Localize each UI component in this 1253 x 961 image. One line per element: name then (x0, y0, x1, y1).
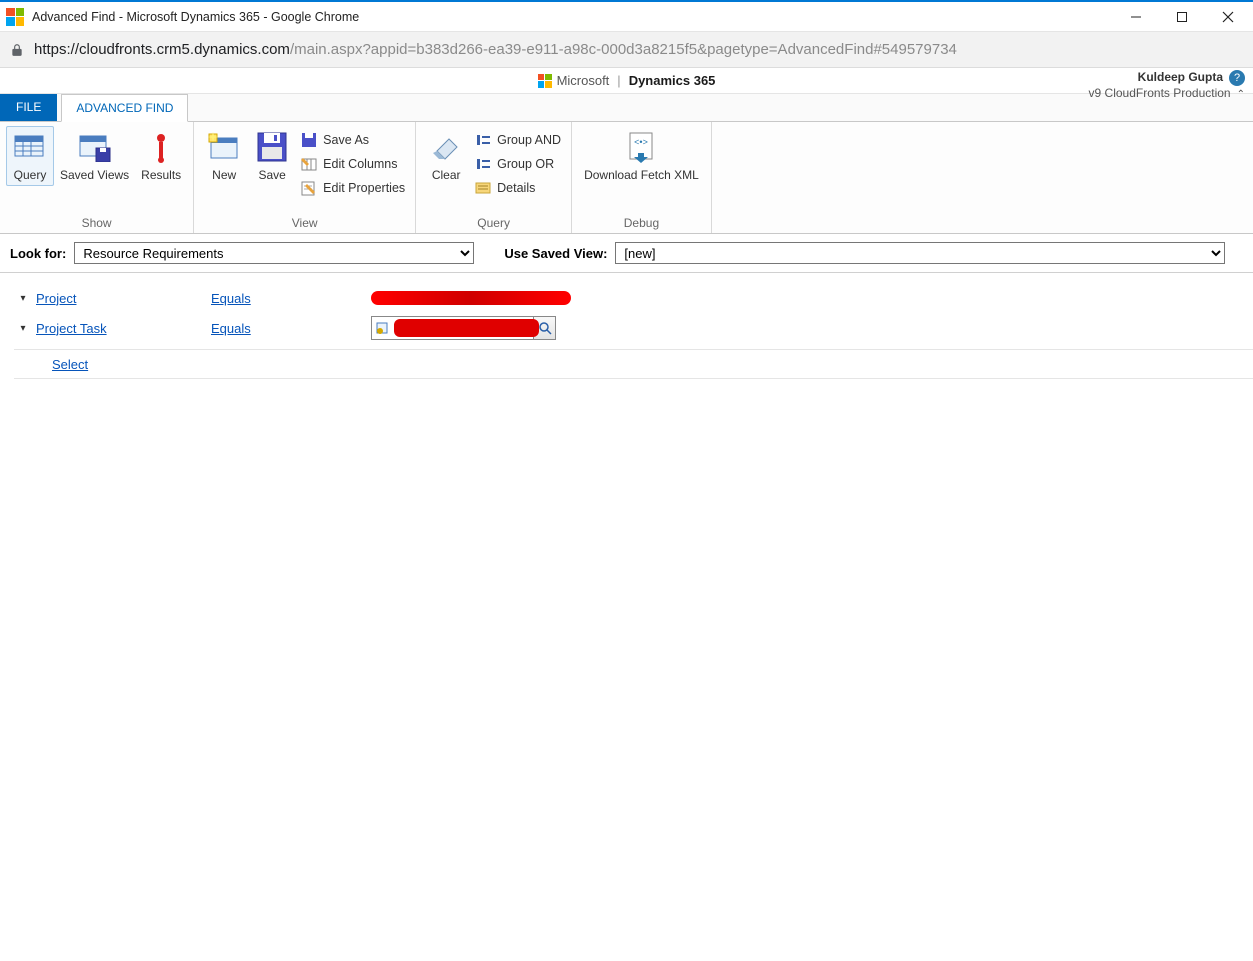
query-grid-icon (13, 130, 47, 164)
header-product-label: Dynamics 365 (629, 73, 716, 88)
ribbon-query-button[interactable]: Query (6, 126, 54, 186)
ribbon: Query Saved Views Results Show (0, 122, 1253, 234)
ribbon-query-label: Query (14, 168, 47, 182)
ribbon-clear-label: Clear (432, 168, 461, 182)
saved-view-label: Use Saved View: (504, 246, 607, 261)
window-close-button[interactable] (1205, 3, 1251, 31)
lookup-value-input[interactable] (371, 316, 556, 340)
ribbon-group-or-button[interactable]: Group OR (470, 152, 565, 176)
group-and-icon (474, 131, 492, 149)
ribbon-details-label: Details (497, 181, 535, 195)
query-row: ▾ Project Task Equals (14, 313, 1253, 343)
ribbon-edit-properties-button[interactable]: Edit Properties (296, 176, 409, 200)
group-or-icon (474, 155, 492, 173)
ribbon-group-view: New Save Save As Edit Columns (194, 122, 416, 233)
tab-advanced-find[interactable]: ADVANCED FIND (61, 94, 188, 122)
query-row: ▾ Project Equals (14, 283, 1253, 313)
operator-link-equals[interactable]: Equals (211, 291, 371, 306)
ribbon-group-and-button[interactable]: Group AND (470, 128, 565, 152)
browser-address-bar[interactable]: https://cloudfronts.crm5.dynamics.com/ma… (0, 32, 1253, 68)
user-name: Kuldeep Gupta (1138, 70, 1223, 84)
header-microsoft-label: Microsoft (557, 73, 610, 88)
new-view-icon (207, 130, 241, 164)
ribbon-clear-button[interactable]: Clear (422, 126, 470, 186)
eraser-icon (429, 130, 463, 164)
ms-logo-small-icon (538, 74, 552, 88)
select-link[interactable]: Select (52, 357, 88, 372)
org-chevron-icon[interactable]: ⌃ (1237, 87, 1245, 102)
query-toolbar: Look for: Resource Requirements Use Save… (0, 234, 1253, 273)
ribbon-results-button[interactable]: Results (135, 126, 187, 186)
row-chevron-icon[interactable]: ▾ (14, 293, 32, 304)
tab-file[interactable]: FILE (0, 93, 57, 121)
save-as-icon (300, 131, 318, 149)
select-row: Select (14, 349, 1253, 379)
ribbon-save-as-label: Save As (323, 133, 369, 147)
ribbon-edit-properties-label: Edit Properties (323, 181, 405, 195)
org-name: v9 CloudFronts Production (1089, 86, 1231, 100)
url-path: /main.aspx?appid=b383d266-ea39-e911-a98c… (290, 41, 957, 58)
look-for-select[interactable]: Resource Requirements (74, 242, 474, 264)
ribbon-tabs-row: FILE ADVANCED FIND (0, 94, 1253, 122)
dynamics-header: Microsoft | Dynamics 365 Kuldeep Gupta? … (0, 68, 1253, 94)
ribbon-save-as-button[interactable]: Save As (296, 128, 409, 152)
ribbon-group-debug-label: Debug (578, 213, 705, 233)
ribbon-download-fetch-xml-button[interactable]: <•> Download Fetch XML (578, 126, 705, 186)
ribbon-group-debug: <•> Download Fetch XML Debug (572, 122, 712, 233)
help-icon[interactable]: ? (1229, 70, 1245, 86)
ribbon-group-and-label: Group AND (497, 133, 561, 147)
ribbon-download-fetch-xml-label: Download Fetch XML (584, 168, 699, 182)
edit-properties-icon (300, 179, 318, 197)
save-icon (255, 130, 289, 164)
window-maximize-button[interactable] (1159, 3, 1205, 31)
ribbon-new-label: New (212, 168, 236, 182)
value-redacted (394, 319, 539, 337)
ribbon-group-show: Query Saved Views Results Show (0, 122, 194, 233)
ribbon-group-query: Clear Group AND Group OR Details Query (416, 122, 572, 233)
saved-views-icon (78, 130, 112, 164)
url-host: https://cloudfronts.crm5.dynamics.com (34, 41, 290, 58)
ribbon-edit-columns-button[interactable]: Edit Columns (296, 152, 409, 176)
ribbon-save-label: Save (258, 168, 285, 182)
ribbon-save-button[interactable]: Save (248, 126, 296, 186)
user-info-block[interactable]: Kuldeep Gupta? v9 CloudFronts Production… (1089, 70, 1245, 102)
results-icon (144, 130, 178, 164)
window-title: Advanced Find - Microsoft Dynamics 365 -… (32, 10, 1113, 24)
field-link-project[interactable]: Project (36, 291, 211, 306)
ribbon-new-button[interactable]: New (200, 126, 248, 186)
details-icon (474, 179, 492, 197)
field-link-project-task[interactable]: Project Task (36, 321, 211, 336)
edit-columns-icon (300, 155, 318, 173)
ribbon-group-view-label: View (200, 213, 409, 233)
window-minimize-button[interactable] (1113, 3, 1159, 31)
browser-titlebar: Advanced Find - Microsoft Dynamics 365 -… (0, 2, 1253, 32)
operator-link-equals[interactable]: Equals (211, 321, 371, 336)
header-separator: | (617, 73, 620, 88)
lock-icon (10, 43, 24, 57)
download-fetch-xml-icon: <•> (624, 130, 658, 164)
ribbon-group-show-label: Show (6, 213, 187, 233)
saved-view-select[interactable]: [new] (615, 242, 1225, 264)
value-redacted[interactable] (371, 291, 571, 305)
ribbon-details-button[interactable]: Details (470, 176, 565, 200)
ribbon-saved-views-label: Saved Views (60, 168, 129, 182)
lookup-record-icon (372, 318, 392, 338)
svg-text:<•>: <•> (635, 137, 649, 147)
ribbon-saved-views-button[interactable]: Saved Views (54, 126, 135, 186)
ribbon-group-or-label: Group OR (497, 157, 554, 171)
ribbon-results-label: Results (141, 168, 181, 182)
ms-logo-icon (6, 8, 24, 26)
ribbon-edit-columns-label: Edit Columns (323, 157, 397, 171)
row-chevron-icon[interactable]: ▾ (14, 323, 32, 334)
query-body: ▾ Project Equals ▾ Project Task Equals S… (0, 273, 1253, 379)
look-for-label: Look for: (10, 246, 66, 261)
ribbon-group-query-label: Query (422, 213, 565, 233)
